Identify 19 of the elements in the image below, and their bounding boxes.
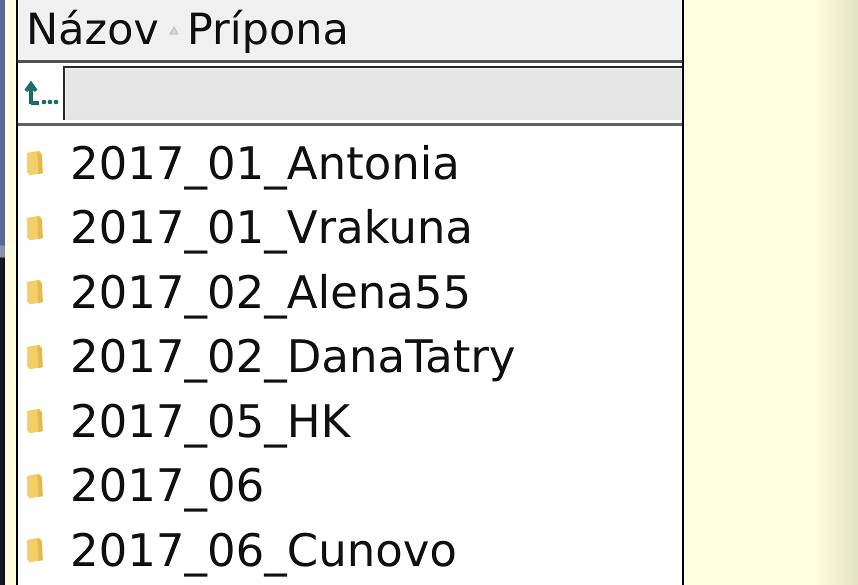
parent-folder-icon[interactable] — [22, 80, 58, 106]
folder-icon — [26, 472, 44, 500]
column-header-label[interactable]: Prípona — [186, 5, 349, 55]
file-name[interactable]: 2017_02_Alena55 — [70, 266, 472, 319]
folder-icon — [26, 536, 44, 564]
file-name[interactable]: 2017_01_Vrakuna — [70, 201, 473, 254]
folder-icon — [26, 214, 44, 242]
file-name[interactable]: 2017_06 — [70, 459, 264, 512]
file-name[interactable]: 2017_05_HK — [70, 394, 350, 448]
file-name[interactable]: 2017_02_DanaTatry — [70, 330, 516, 384]
folder-icon — [26, 149, 44, 178]
folder-icon — [26, 342, 44, 371]
column-header-label[interactable]: Názov — [26, 5, 179, 55]
sort-arrow-icon — [168, 25, 179, 35]
file-name[interactable]: 2017_06_Cunovo — [70, 524, 457, 577]
folder-icon — [26, 407, 44, 436]
folder-icon — [26, 278, 44, 306]
file-name[interactable]: 2017_01_Antonia — [70, 136, 460, 190]
filter-field[interactable] — [63, 66, 682, 120]
